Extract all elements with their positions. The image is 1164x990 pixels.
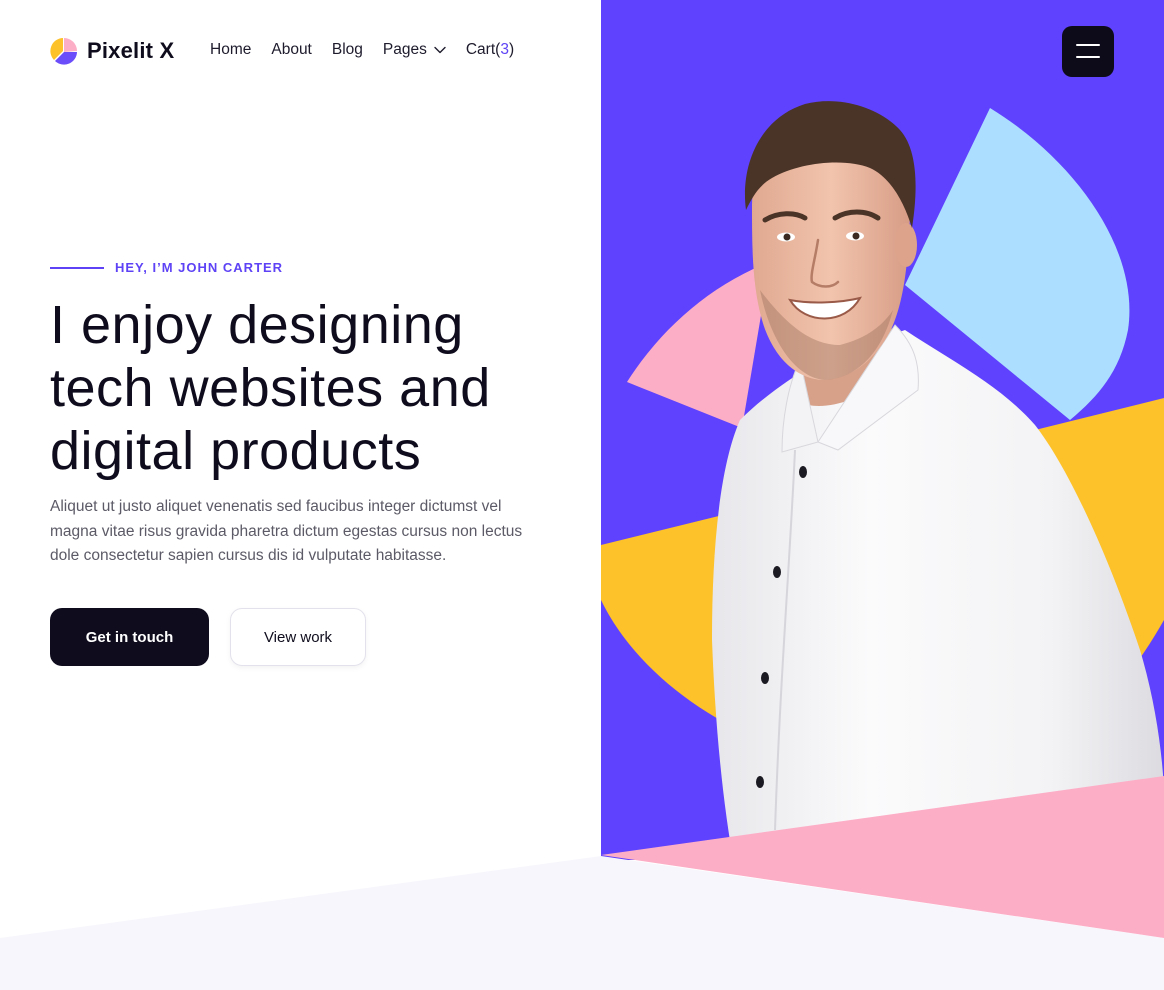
headline-line-2: tech websites and [50,358,491,418]
cart-paren-close: ) [508,41,515,58]
hero-headline: I enjoy designing tech websites and digi… [50,294,590,483]
cart-count-badge: 3 [500,41,509,58]
hamburger-menu-icon-line [1076,56,1100,58]
main-nav: Home About Blog Pages Cart(3) [210,40,534,60]
shirt-button [799,466,807,478]
lower-section-background [0,856,1164,990]
nav-item-home[interactable]: Home [210,40,251,60]
get-in-touch-button[interactable]: Get in touch [50,608,209,666]
hero-eyebrow: HEY, I’M JOHN CARTER [50,260,283,276]
nav-item-cart[interactable]: Cart(3) [466,40,514,60]
hamburger-menu-icon [1076,44,1100,46]
nav-item-blog[interactable]: Blog [332,40,363,60]
pupil-right [852,232,860,240]
nav-label: Home [210,41,252,58]
brand-logo[interactable]: Pixelit X [50,36,174,66]
eyebrow-divider [50,267,104,269]
pupil-left [783,233,791,241]
pie-chart-logo-icon [50,38,77,65]
headline-line-1: I enjoy designing [50,295,464,355]
nav-item-about[interactable]: About [271,40,312,60]
menu-button[interactable] [1062,26,1114,77]
cart-label: Cart [465,41,496,58]
hero-description: Aliquet ut justo aliquet venenatis sed f… [50,498,523,564]
view-work-button[interactable]: View work [230,608,366,666]
nav-label: Blog [331,41,363,58]
brand-name: Pixelit X [87,38,175,63]
shirt-button [761,672,769,684]
nav-item-pages[interactable]: Pages [383,40,446,60]
headline-line-3: digital products [50,421,422,481]
ear [895,223,917,267]
nav-label: Pages [382,41,427,58]
nav-label: About [271,41,312,58]
shirt-button [756,776,764,788]
eyebrow-text: HEY, I’M JOHN CARTER [115,260,284,275]
chevron-down-icon [434,46,446,54]
shirt-button [773,566,781,578]
